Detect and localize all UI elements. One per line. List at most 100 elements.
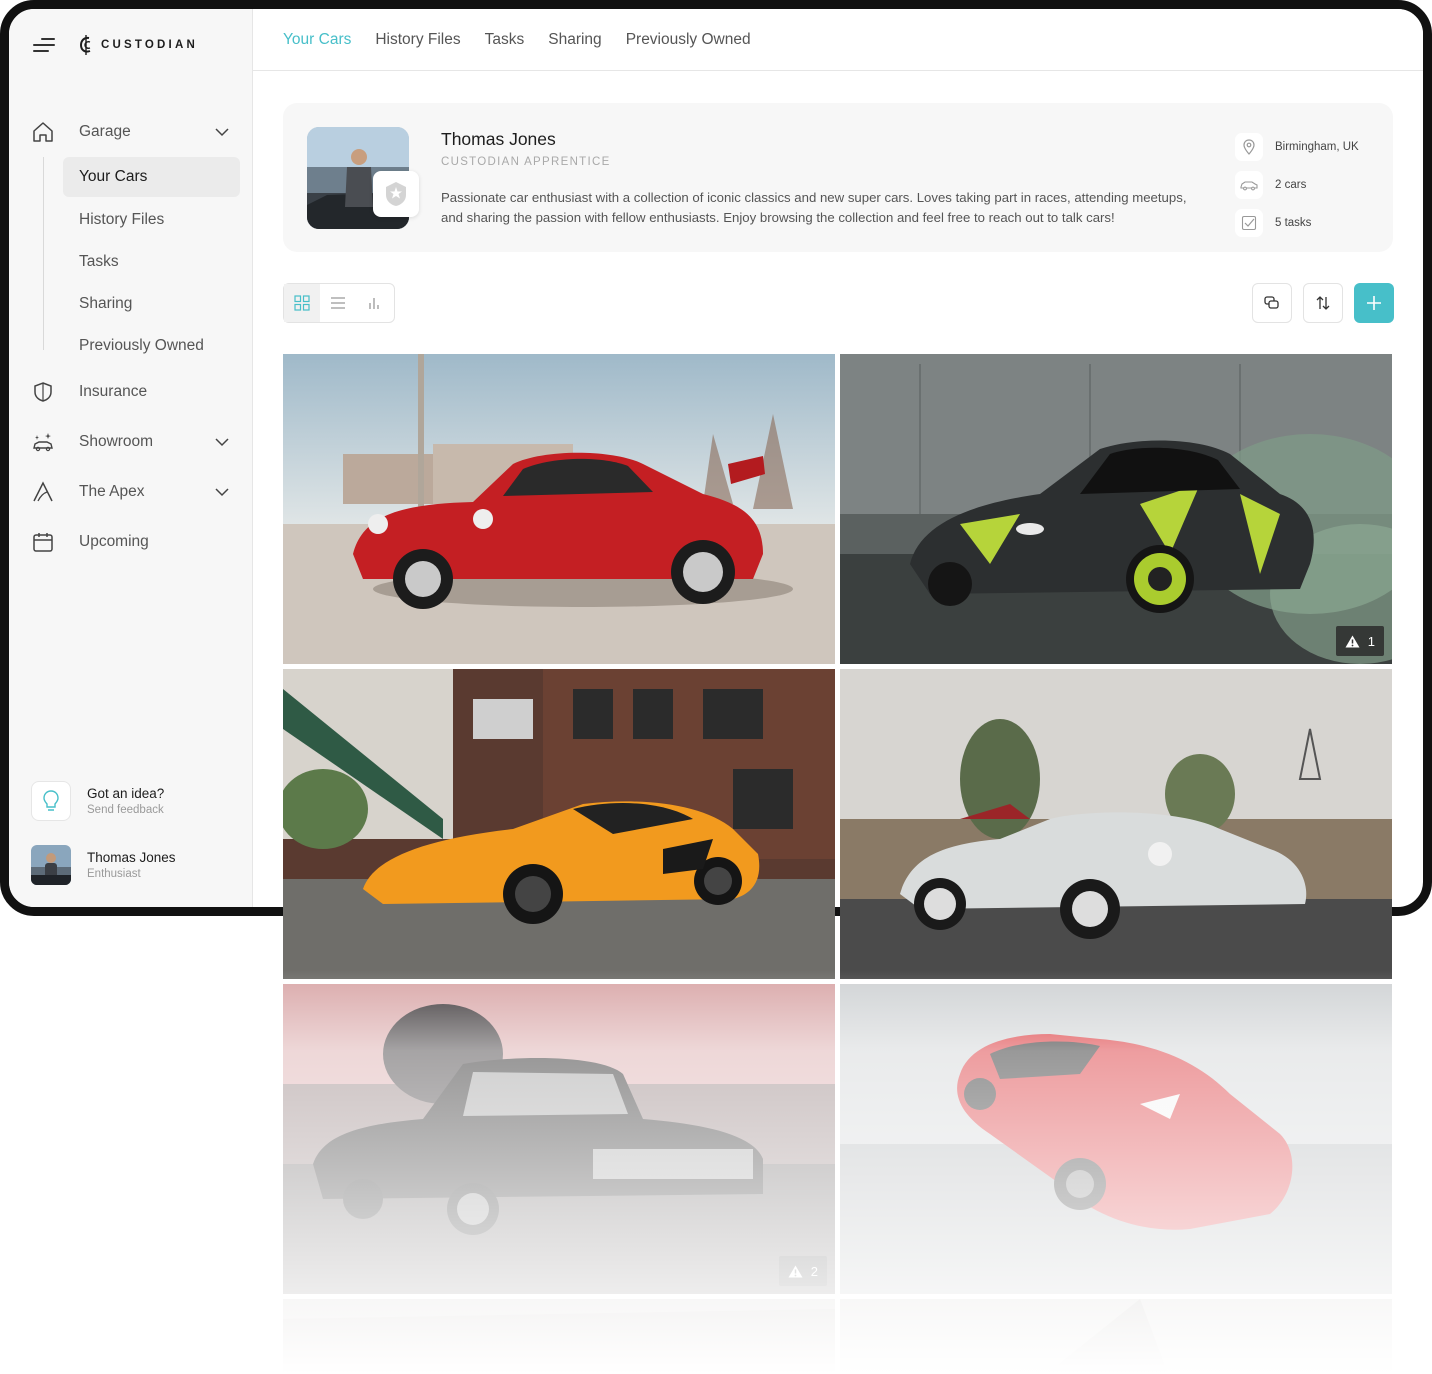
lightbulb-icon-box xyxy=(31,781,71,821)
grid-view-button[interactable] xyxy=(284,284,320,322)
sidebar: CUSTODIAN Garage Your Cars History Files… xyxy=(9,9,253,907)
garage-submenu: Your Cars History Files Tasks Sharing Pr… xyxy=(9,157,253,367)
sidebar-item-label: Insurance xyxy=(79,383,148,400)
add-car-button[interactable] xyxy=(1354,283,1394,323)
sidebar-item-your-cars[interactable]: Your Cars xyxy=(63,157,240,197)
view-switcher xyxy=(283,283,395,323)
warning-badge[interactable]: 1 xyxy=(1335,626,1384,656)
sidebar-item-label: Garage xyxy=(79,123,131,140)
sidebar-item-label: Showroom xyxy=(79,433,154,450)
tab-tasks[interactable]: Tasks xyxy=(485,31,525,49)
stat-cars: 2 cars xyxy=(1235,171,1306,199)
warning-badge[interactable]: 2 xyxy=(778,1256,827,1286)
user-info: Thomas Jones Enthusiast xyxy=(87,850,176,880)
grid-view-icon xyxy=(294,295,310,311)
car-icon-box xyxy=(1235,171,1263,199)
tab-your-cars[interactable]: Your Cars xyxy=(283,31,351,49)
car-card-partial[interactable] xyxy=(283,1299,835,1374)
sidebar-item-upcoming[interactable]: Upcoming xyxy=(9,517,253,567)
car-card-orange-mclaren[interactable] xyxy=(283,669,835,979)
car-card-white-speedster[interactable] xyxy=(840,669,1392,979)
plus-icon xyxy=(1367,296,1381,310)
car-photo xyxy=(840,669,1392,979)
car-photo xyxy=(840,354,1392,664)
stat-cars-text: 2 cars xyxy=(1275,179,1307,191)
chevron-down-icon[interactable] xyxy=(215,435,229,449)
logo-row: CUSTODIAN xyxy=(33,33,198,57)
car-card-partial[interactable] xyxy=(840,1299,1392,1374)
warning-icon xyxy=(788,1265,803,1277)
stat-location: Birmingham, UK xyxy=(1235,133,1359,161)
user-name: Thomas Jones xyxy=(87,850,176,865)
location-pin-icon-box xyxy=(1235,133,1263,161)
warning-icon xyxy=(1345,635,1360,647)
car-card-camo-gtr[interactable]: 1 xyxy=(840,354,1392,664)
sidebar-item-previously-owned[interactable]: Previously Owned xyxy=(9,325,253,367)
copy-button[interactable] xyxy=(1252,283,1292,323)
sidebar-item-insurance[interactable]: Insurance xyxy=(9,367,253,417)
car-card-red-911[interactable] xyxy=(283,354,835,664)
tab-sharing[interactable]: Sharing xyxy=(548,31,601,49)
chart-view-icon xyxy=(369,298,379,309)
sidebar-nav: Garage Your Cars History Files Tasks Sha… xyxy=(9,107,253,567)
car-photo xyxy=(283,669,835,979)
car-card-red-ferrari[interactable] xyxy=(840,984,1392,1294)
feedback-subtitle: Send feedback xyxy=(87,804,164,816)
chart-view-button[interactable] xyxy=(356,284,392,322)
road-icon xyxy=(33,481,53,502)
profile-title: CUSTODIAN APPRENTICE xyxy=(441,156,611,168)
sidebar-item-label: Your Cars xyxy=(79,168,148,185)
rank-shield-icon xyxy=(386,182,406,206)
warning-count: 2 xyxy=(810,1263,818,1279)
sort-button[interactable] xyxy=(1303,283,1343,323)
sidebar-item-tasks[interactable]: Tasks xyxy=(9,241,253,283)
stat-location-text: Birmingham, UK xyxy=(1275,141,1359,153)
top-tabs: Your Cars History Files Tasks Sharing Pr… xyxy=(253,9,1423,71)
sidebar-item-label: Sharing xyxy=(79,295,133,312)
sidebar-item-label: Tasks xyxy=(79,253,119,270)
sidebar-item-label: Upcoming xyxy=(79,533,149,550)
sidebar-item-label: Previously Owned xyxy=(79,337,204,354)
user-profile-link[interactable]: Thomas Jones Enthusiast xyxy=(31,845,176,885)
list-view-button[interactable] xyxy=(320,284,356,322)
brand-name: CUSTODIAN xyxy=(101,39,198,51)
car-card-black-impala[interactable]: 2 xyxy=(283,984,835,1294)
profile-name: Thomas Jones xyxy=(441,129,556,149)
sparkle-car-icon xyxy=(33,433,53,452)
calendar-icon xyxy=(33,533,53,552)
feedback-link[interactable]: Got an idea? Send feedback xyxy=(31,781,164,821)
rank-badge xyxy=(373,171,419,217)
car-photo xyxy=(840,1299,1392,1374)
sidebar-item-label: The Apex xyxy=(79,483,145,500)
sidebar-item-the-apex[interactable]: The Apex xyxy=(9,467,253,517)
sidebar-item-history-files[interactable]: History Files xyxy=(9,199,253,241)
location-pin-icon xyxy=(1243,139,1255,155)
tab-previously-owned[interactable]: Previously Owned xyxy=(626,31,751,49)
car-photo xyxy=(283,1299,835,1374)
shield-icon xyxy=(34,382,52,402)
stat-tasks: 5 tasks xyxy=(1235,209,1311,237)
car-photo xyxy=(840,984,1392,1294)
sidebar-item-showroom[interactable]: Showroom xyxy=(9,417,253,467)
car-photo xyxy=(283,354,835,664)
custodian-logo-icon xyxy=(79,35,91,55)
chevron-down-icon[interactable] xyxy=(215,125,229,139)
warning-count: 1 xyxy=(1367,633,1375,649)
sidebar-item-garage[interactable]: Garage xyxy=(9,107,253,157)
hamburger-menu-icon[interactable] xyxy=(33,37,55,53)
car-icon xyxy=(1240,181,1258,191)
feedback-text: Got an idea? Send feedback xyxy=(87,786,164,816)
checklist-icon-box xyxy=(1235,209,1263,237)
copy-icon xyxy=(1264,296,1279,309)
avatar xyxy=(31,845,71,885)
home-icon xyxy=(33,122,53,142)
tab-history-files[interactable]: History Files xyxy=(375,31,460,49)
sort-icon xyxy=(1316,296,1330,310)
sidebar-item-sharing[interactable]: Sharing xyxy=(9,283,253,325)
feedback-title: Got an idea? xyxy=(87,786,165,801)
list-view-icon xyxy=(331,297,345,309)
car-photo xyxy=(283,984,835,1294)
chevron-down-icon[interactable] xyxy=(215,485,229,499)
stat-tasks-text: 5 tasks xyxy=(1275,217,1312,229)
sidebar-item-label: History Files xyxy=(79,211,165,228)
